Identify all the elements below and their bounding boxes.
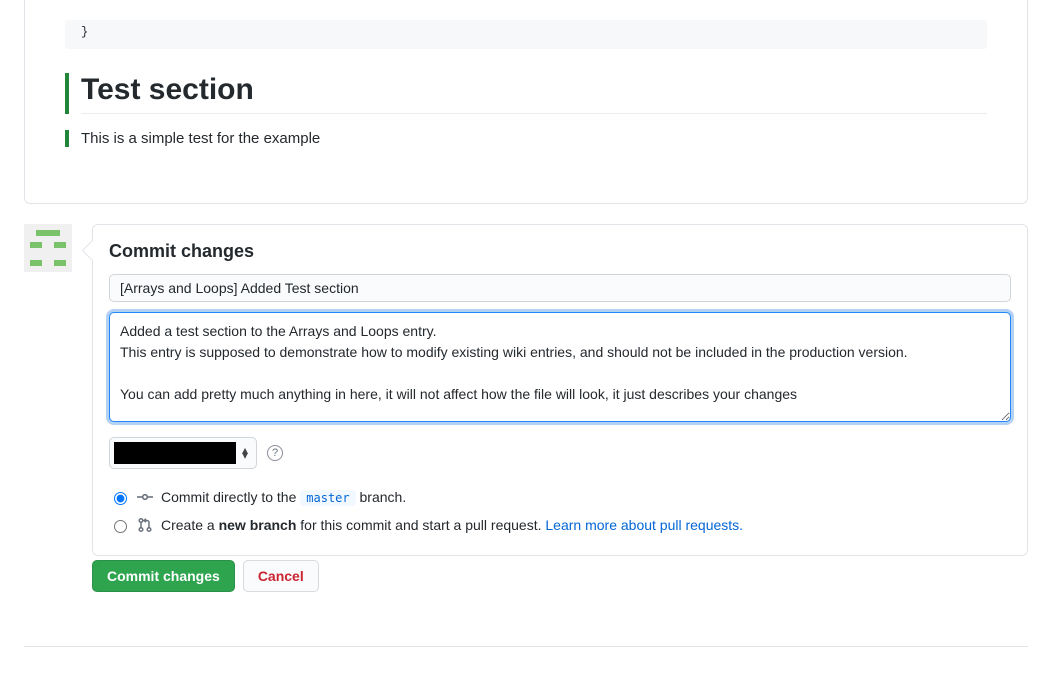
radio-commit-direct[interactable]: Commit directly to the master branch. (109, 483, 1011, 511)
diff-added-heading: Test section (65, 73, 987, 114)
radio-new-branch[interactable]: Create a new branch for this commit and … (109, 511, 1011, 539)
author-select[interactable]: ▴▾ (109, 437, 257, 469)
commit-changes-button[interactable]: Commit changes (92, 560, 235, 592)
git-pull-request-icon (137, 517, 153, 533)
code-block-remnant: } (65, 20, 987, 49)
radio-direct-text-prefix: Commit directly to the (161, 489, 300, 505)
help-icon[interactable]: ? (267, 445, 283, 461)
learn-more-link[interactable]: Learn more about pull requests. (545, 517, 743, 533)
commit-description-textarea[interactable] (109, 312, 1011, 422)
radio-new-branch-input[interactable] (114, 520, 127, 533)
section-body-text: This is a simple test for the example (81, 130, 320, 147)
avatar (24, 224, 72, 272)
radio-new-text-prefix: Create a (161, 517, 219, 533)
select-caret-icon: ▴▾ (240, 448, 256, 458)
radio-direct-text-suffix: branch. (360, 489, 407, 505)
wiki-preview-panel: } Test section This is a simple test for… (24, 0, 1028, 204)
commit-summary-input[interactable] (109, 274, 1011, 302)
radio-new-text-suffix: for this commit and start a pull request… (300, 517, 545, 533)
section-heading: Test section (81, 73, 987, 114)
commit-form: Commit changes ▴▾ ? Commit direct (92, 224, 1028, 556)
code-brace: } (81, 25, 88, 39)
radio-commit-direct-input[interactable] (114, 492, 127, 505)
footer-divider (24, 646, 1028, 647)
commit-form-title: Commit changes (109, 241, 1011, 262)
radio-new-bold: new branch (219, 517, 297, 533)
cancel-button[interactable]: Cancel (243, 560, 319, 592)
author-redacted (114, 442, 236, 464)
diff-added-text: This is a simple test for the example (65, 130, 987, 147)
git-commit-icon (137, 489, 153, 505)
branch-chip: master (300, 490, 355, 506)
